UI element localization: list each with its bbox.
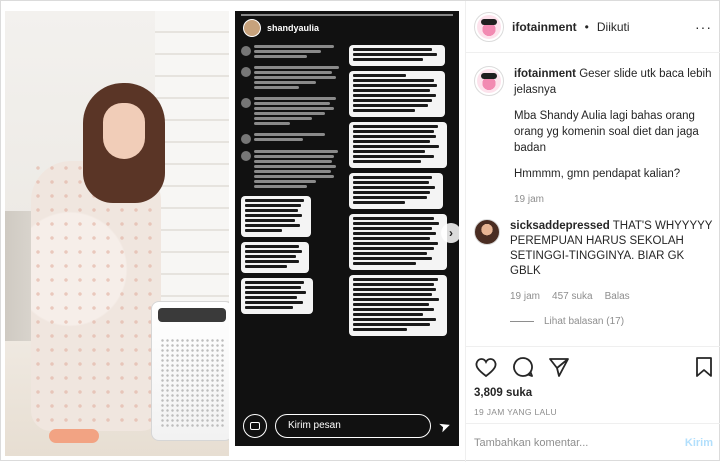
story-highlight-box bbox=[241, 196, 311, 237]
caption-text-second: Mba Shandy Aulia lagi bahas orang orang … bbox=[514, 110, 699, 154]
caption-username[interactable]: ifotainment bbox=[514, 68, 576, 80]
follow-status-button[interactable]: Diikuti bbox=[597, 20, 630, 34]
comment-text-block: sicksaddepressed THAT'S WHYYYYY PEREMPUA… bbox=[510, 219, 713, 279]
story-screenshot[interactable]: shandyaulia › Kirim pesan ➤ bbox=[235, 11, 459, 446]
story-avatar bbox=[243, 19, 261, 37]
photo-person-feet bbox=[49, 429, 99, 443]
story-highlight-box bbox=[349, 122, 447, 168]
comment-username[interactable]: sicksaddepressed bbox=[510, 220, 610, 232]
send-icon[interactable]: ➤ bbox=[437, 416, 454, 436]
replies-divider bbox=[510, 321, 534, 322]
purifier-top bbox=[158, 308, 226, 322]
photo-air-purifier bbox=[151, 301, 229, 441]
story-highlight-box bbox=[349, 45, 445, 66]
heart-icon[interactable] bbox=[474, 356, 498, 378]
comment-meta: 19 jam 457 suka Balas bbox=[510, 291, 713, 302]
comment-input[interactable]: Tambahkan komentar... bbox=[474, 437, 685, 449]
caption-time: 19 jam bbox=[514, 194, 545, 205]
caption-text-third: Hmmmm, gmn pendapat kalian? bbox=[514, 168, 681, 180]
story-highlight-box bbox=[349, 275, 447, 336]
story-highlight-box bbox=[349, 71, 445, 117]
header-username[interactable]: ifotainment bbox=[512, 20, 577, 34]
view-replies-button[interactable]: Lihat balasan (17) bbox=[510, 316, 720, 327]
story-comment bbox=[241, 66, 343, 91]
story-progress-bar bbox=[241, 14, 453, 16]
story-comment bbox=[241, 45, 343, 60]
story-comment bbox=[241, 133, 343, 144]
next-slide-button[interactable]: › bbox=[441, 223, 459, 243]
purifier-grille bbox=[160, 338, 224, 428]
more-options-icon[interactable]: ··· bbox=[695, 19, 712, 35]
story-highlight-box bbox=[349, 173, 443, 209]
story-comment bbox=[241, 150, 343, 190]
caption: ifotainment Geser slide utk baca lebih j… bbox=[466, 54, 720, 205]
story-footer: Kirim pesan ➤ bbox=[235, 406, 459, 446]
post-photo[interactable] bbox=[5, 11, 229, 456]
story-comments-column bbox=[241, 45, 343, 405]
comments-area[interactable]: ifotainment Geser slide utk baca lebih j… bbox=[466, 54, 720, 344]
post-actions: 3,809 suka 19 JAM YANG LALU bbox=[466, 346, 720, 417]
comment-avatar[interactable] bbox=[474, 219, 500, 245]
instagram-post-window: shandyaulia › Kirim pesan ➤ ifotainment … bbox=[0, 0, 720, 462]
story-username: shandyaulia bbox=[267, 23, 320, 33]
comment-time: 19 jam bbox=[510, 291, 541, 302]
account-avatar[interactable] bbox=[474, 11, 504, 42]
post-date[interactable]: 19 JAM YANG LALU bbox=[474, 407, 713, 417]
caption-first-line: ifotainment Geser slide utk baca lebih j… bbox=[514, 66, 713, 98]
comment-reply-button[interactable]: Balas bbox=[605, 291, 630, 302]
post-header: ifotainment • Diikuti ··· bbox=[466, 1, 720, 53]
comment-icon[interactable] bbox=[512, 356, 534, 378]
action-icons bbox=[474, 355, 713, 379]
add-comment-bar: Tambahkan komentar... Kirim bbox=[466, 423, 720, 462]
story-highlight-box bbox=[349, 214, 447, 270]
story-highlight-box bbox=[241, 278, 313, 314]
comment-likes[interactable]: 457 suka bbox=[552, 291, 593, 302]
share-icon[interactable] bbox=[548, 356, 570, 378]
post-sidebar: ifotainment • Diikuti ··· ifotainment Ge… bbox=[465, 1, 720, 462]
view-replies-label: Lihat balasan (17) bbox=[544, 316, 625, 327]
camera-icon[interactable] bbox=[243, 414, 267, 438]
header-separator: • bbox=[584, 19, 589, 34]
bookmark-icon[interactable] bbox=[695, 356, 713, 378]
story-comment bbox=[241, 97, 343, 127]
story-header: shandyaulia bbox=[243, 19, 319, 37]
comment-item: sicksaddepressed THAT'S WHYYYYY PEREMPUA… bbox=[466, 205, 720, 302]
photo-person-face bbox=[103, 103, 145, 159]
caption-avatar[interactable] bbox=[474, 66, 504, 96]
story-message-input[interactable]: Kirim pesan bbox=[275, 414, 432, 438]
post-comment-button[interactable]: Kirim bbox=[685, 437, 713, 449]
story-replies-column bbox=[349, 45, 453, 425]
photo-background-shelf bbox=[155, 11, 229, 301]
likes-count[interactable]: 3,809 suka bbox=[474, 387, 713, 399]
story-highlight-box bbox=[241, 242, 309, 273]
